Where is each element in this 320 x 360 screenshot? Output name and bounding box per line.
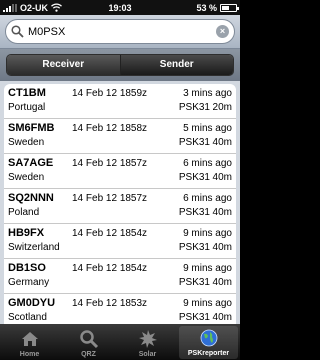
country: Switzerland bbox=[8, 242, 60, 253]
country: Germany bbox=[8, 277, 50, 288]
status-right: 53 % bbox=[157, 2, 239, 13]
tab-qrz[interactable]: QRZ bbox=[59, 324, 118, 360]
sun-icon bbox=[138, 330, 157, 348]
report-row[interactable]: GM0DYU 14 Feb 12 1853z 9 mins ago Scotland… bbox=[4, 294, 236, 324]
country: Sweden bbox=[8, 172, 45, 183]
segment-area: Receiver Sender bbox=[0, 49, 240, 81]
carrier-name: O2-UK bbox=[20, 2, 49, 13]
report-age: 9 mins ago bbox=[183, 263, 232, 274]
report-age: 3 mins ago bbox=[183, 88, 232, 99]
status-time: 19:03 bbox=[108, 2, 132, 13]
status-left: O2-UK bbox=[3, 3, 83, 13]
report-date: 14 Feb 12 1853z bbox=[72, 298, 148, 309]
search-icon bbox=[11, 25, 24, 38]
report-date: 14 Feb 12 1857z bbox=[72, 158, 148, 169]
callsign: DB1SO bbox=[8, 262, 46, 274]
report-row[interactable]: SM6FMB 14 Feb 12 1858z 5 mins ago Sweden PS… bbox=[4, 119, 236, 154]
report-row[interactable]: SA7AGE 14 Feb 12 1857z 6 mins ago Sweden PS… bbox=[4, 154, 236, 189]
callsign: HB9FX bbox=[8, 227, 45, 239]
search-bar: × bbox=[0, 15, 240, 49]
band: 20m bbox=[212, 102, 232, 113]
callsign: SM6FMB bbox=[8, 122, 55, 134]
band: 40m bbox=[212, 277, 232, 288]
callsign: GM0DYU bbox=[8, 297, 56, 309]
mode: PSK31 bbox=[178, 242, 210, 253]
status-bar: O2-UK 19:03 53 % bbox=[0, 0, 240, 15]
tab-label: Solar bbox=[138, 351, 157, 358]
report-date: 14 Feb 12 1854z bbox=[72, 228, 148, 239]
report-row[interactable]: HB9FX 14 Feb 12 1854z 9 mins ago Switzerla… bbox=[4, 224, 236, 259]
tab-bar: Home QRZ Solar PSKreporter bbox=[0, 324, 240, 360]
home-icon bbox=[21, 332, 38, 346]
band: 40m bbox=[212, 137, 232, 148]
tab-label: PSKreporter bbox=[187, 350, 230, 357]
report-age: 9 mins ago bbox=[183, 228, 232, 239]
sender-segment[interactable]: Sender bbox=[119, 55, 233, 75]
signal-icon bbox=[3, 3, 17, 12]
report-date: 14 Feb 12 1854z bbox=[72, 263, 148, 274]
mode: PSK31 bbox=[178, 172, 210, 183]
globe-icon bbox=[200, 329, 217, 347]
band: 40m bbox=[212, 207, 232, 218]
wifi-icon bbox=[51, 3, 62, 12]
search-field[interactable]: × bbox=[5, 19, 235, 44]
report-row[interactable]: SQ2NNN 14 Feb 12 1857z 6 mins ago Poland PS… bbox=[4, 189, 236, 224]
tab-solar[interactable]: Solar bbox=[118, 324, 177, 360]
report-row[interactable]: CT1BM 14 Feb 12 1859z 3 mins ago Portugal P… bbox=[4, 84, 236, 119]
callsign: SA7AGE bbox=[8, 157, 54, 169]
tab-home[interactable]: Home bbox=[0, 324, 59, 360]
country: Sweden bbox=[8, 137, 45, 148]
country: Scotland bbox=[8, 312, 47, 323]
tab-pskreporter[interactable]: PSKreporter bbox=[179, 326, 238, 359]
tab-label: QRZ bbox=[81, 351, 96, 358]
report-date: 14 Feb 12 1858z bbox=[72, 123, 148, 134]
mode: PSK31 bbox=[178, 102, 210, 113]
band: 40m bbox=[212, 312, 232, 323]
band: 40m bbox=[212, 242, 232, 253]
report-age: 6 mins ago bbox=[183, 158, 232, 169]
mode: PSK31 bbox=[178, 277, 210, 288]
mode: PSK31 bbox=[178, 137, 210, 148]
report-list-container: CT1BM 14 Feb 12 1859z 3 mins ago Portugal P… bbox=[0, 81, 240, 324]
callsign: CT1BM bbox=[8, 87, 46, 99]
band: 40m bbox=[212, 172, 232, 183]
report-age: 5 mins ago bbox=[183, 123, 232, 134]
battery-icon bbox=[220, 3, 239, 12]
report-age: 9 mins ago bbox=[183, 298, 232, 309]
report-date: 14 Feb 12 1857z bbox=[72, 193, 148, 204]
clear-icon[interactable]: × bbox=[216, 25, 229, 38]
report-list: CT1BM 14 Feb 12 1859z 3 mins ago Portugal P… bbox=[4, 84, 236, 324]
country: Portugal bbox=[8, 102, 46, 113]
battery-percent: 53 % bbox=[196, 2, 217, 13]
receiver-segment[interactable]: Receiver bbox=[7, 55, 120, 75]
mode: PSK31 bbox=[178, 312, 210, 323]
segmented-control: Receiver Sender bbox=[6, 54, 234, 76]
search-icon bbox=[79, 330, 98, 349]
report-age: 6 mins ago bbox=[183, 193, 232, 204]
country: Poland bbox=[8, 207, 40, 218]
mode: PSK31 bbox=[178, 207, 210, 218]
report-row[interactable]: DB1SO 14 Feb 12 1854z 9 mins ago Germany PS… bbox=[4, 259, 236, 294]
callsign: SQ2NNN bbox=[8, 192, 54, 204]
search-input[interactable] bbox=[28, 25, 216, 38]
tab-label: Home bbox=[19, 351, 40, 358]
report-date: 14 Feb 12 1859z bbox=[72, 88, 148, 99]
